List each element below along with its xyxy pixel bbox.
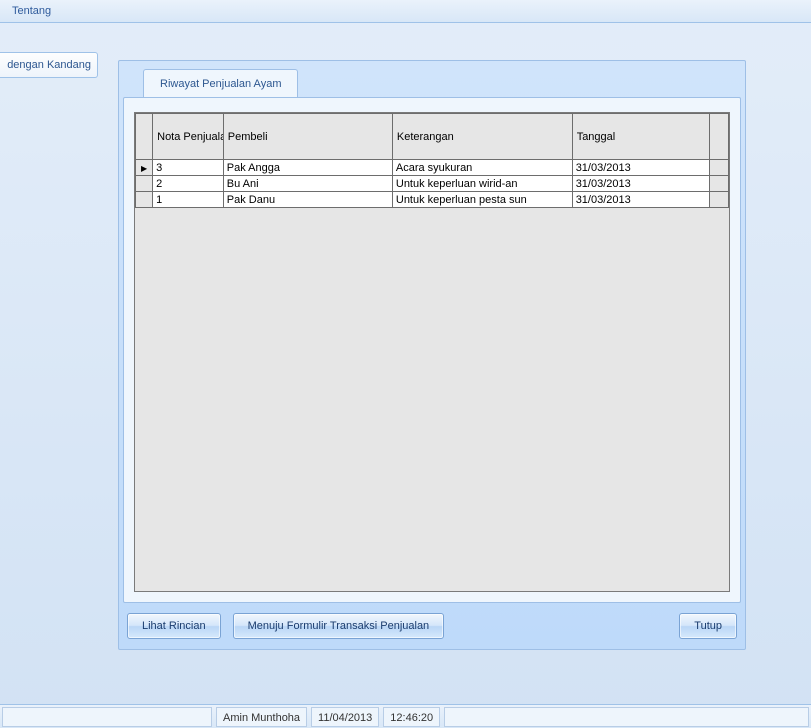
cell-keterangan[interactable]: Untuk keperluan wirid-an — [392, 176, 572, 192]
grid-header-keterangan[interactable]: Keterangan — [392, 114, 572, 160]
row-indicator — [136, 160, 153, 176]
tab-kandang-label: dengan Kandang — [7, 59, 91, 71]
grid-header-row: Nota Penjualan Pembeli Keterangan Tangga… — [136, 114, 729, 160]
status-user: Amin Munthoha — [216, 707, 307, 727]
button-row: Lihat Rincian Menuju Formulir Transaksi … — [127, 611, 737, 641]
menu-bar: Tentang — [0, 0, 811, 23]
tab-kandang-partial[interactable]: dengan Kandang — [0, 52, 98, 78]
cell-keterangan[interactable]: Untuk keperluan pesta sun — [392, 192, 572, 208]
grid-header-nota[interactable]: Nota Penjualan — [153, 114, 224, 160]
main-panel: Riwayat Penjualan Ayam Nota Penjualan Pe… — [118, 60, 746, 650]
table-row[interactable]: 2Bu AniUntuk keperluan wirid-an31/03/201… — [136, 176, 729, 192]
cell-scroll-gutter — [709, 160, 728, 176]
cell-nota[interactable]: 2 — [153, 176, 224, 192]
cell-scroll-gutter — [709, 176, 728, 192]
cell-tanggal[interactable]: 31/03/2013 — [572, 176, 709, 192]
table-row[interactable]: 1Pak DanuUntuk keperluan pesta sun31/03/… — [136, 192, 729, 208]
grid-header-scroll — [709, 114, 728, 160]
row-indicator — [136, 176, 153, 192]
menu-tentang[interactable]: Tentang — [4, 2, 59, 20]
cell-pembeli[interactable]: Bu Ani — [223, 176, 392, 192]
cell-pembeli[interactable]: Pak Angga — [223, 160, 392, 176]
table-row[interactable]: 3Pak AnggaAcara syukuran31/03/2013 — [136, 160, 729, 176]
cell-tanggal[interactable]: 31/03/2013 — [572, 192, 709, 208]
status-date: 11/04/2013 — [311, 707, 379, 727]
cell-tanggal[interactable]: 31/03/2013 — [572, 160, 709, 176]
cell-keterangan[interactable]: Acara syukuran — [392, 160, 572, 176]
status-bar: Amin Munthoha 11/04/2013 12:46:20 — [0, 704, 811, 728]
status-tail — [444, 707, 809, 727]
menuju-formulir-button[interactable]: Menuju Formulir Transaksi Penjualan — [233, 613, 445, 639]
cell-nota[interactable]: 3 — [153, 160, 224, 176]
lihat-rincian-button[interactable]: Lihat Rincian — [127, 613, 221, 639]
tab-label: Riwayat Penjualan Ayam — [160, 78, 281, 90]
status-time: 12:46:20 — [383, 707, 440, 727]
row-indicator — [136, 192, 153, 208]
tutup-button[interactable]: Tutup — [679, 613, 737, 639]
cell-nota[interactable]: 1 — [153, 192, 224, 208]
tab-riwayat-penjualan[interactable]: Riwayat Penjualan Ayam — [143, 69, 298, 97]
cell-scroll-gutter — [709, 192, 728, 208]
sales-history-grid[interactable]: Nota Penjualan Pembeli Keterangan Tangga… — [134, 112, 730, 592]
grid-header-pembeli[interactable]: Pembeli — [223, 114, 392, 160]
grid-header-selector — [136, 114, 153, 160]
grid-header-tanggal[interactable]: Tanggal — [572, 114, 709, 160]
tab-body: Nota Penjualan Pembeli Keterangan Tangga… — [123, 97, 741, 603]
cell-pembeli[interactable]: Pak Danu — [223, 192, 392, 208]
status-lead — [2, 707, 212, 727]
